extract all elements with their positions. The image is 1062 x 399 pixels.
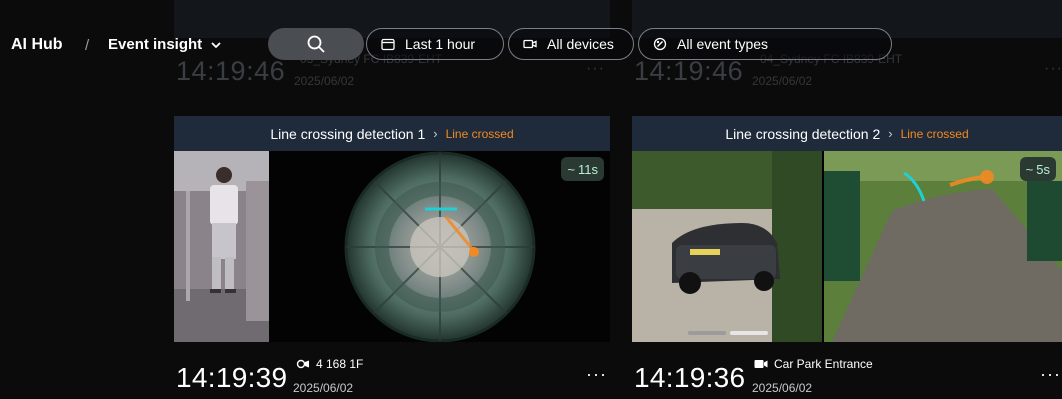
breadcrumb-separator: / — [85, 37, 90, 54]
trend-icon: ~ — [567, 161, 575, 177]
trend-icon: ~ — [1025, 161, 1034, 177]
app-brand: AI Hub — [11, 36, 63, 53]
carpark-snapshot — [632, 151, 1062, 342]
duration-value: 11s — [578, 161, 598, 177]
event-card[interactable]: Line crossing detection 1 › Line crossed — [174, 116, 610, 342]
fisheye-snapshot — [174, 151, 610, 342]
more-options-button[interactable]: ··· — [1040, 364, 1061, 385]
search-icon — [307, 35, 325, 53]
event-types-filter[interactable]: All event types — [638, 28, 892, 60]
event-thumbnail[interactable]: ~ 11s — [174, 151, 610, 342]
breadcrumb-dropdown[interactable]: Event insight — [108, 36, 222, 53]
event-date: 2025/06/02 — [293, 381, 354, 395]
event-thumbnail[interactable]: ~ 5s — [632, 151, 1062, 342]
event-types-label: All event types — [677, 36, 769, 52]
event-device-name: 4 168 1F — [316, 357, 364, 371]
time-range-filter[interactable]: Last 1 hour — [366, 28, 504, 60]
card-header: Line crossing detection 1 › Line crossed — [174, 116, 610, 151]
event-status: Line crossed — [445, 126, 514, 141]
event-device: Car Park Entrance — [754, 357, 873, 371]
video-camera-icon — [754, 360, 768, 368]
event-card[interactable]: Line crossing detection 2 › Line crossed — [632, 116, 1062, 342]
search-button[interactable] — [268, 28, 364, 60]
event-title: Line crossing detection 2 — [725, 125, 881, 142]
fisheye-camera-icon — [296, 359, 309, 369]
duration-value: 5s — [1036, 161, 1050, 177]
chevron-down-icon — [211, 41, 221, 48]
top-bar: AI Hub / Event insight Last 1 hour All d… — [0, 0, 1062, 90]
card-header: Line crossing detection 2 › Line crossed — [632, 116, 1062, 151]
event-time: 14:19:36 — [634, 362, 746, 393]
more-options-button[interactable]: ··· — [586, 364, 607, 385]
event-device: 4 168 1F — [296, 357, 363, 371]
event-status: Line crossed — [900, 126, 969, 141]
camera-icon — [523, 39, 537, 49]
devices-filter[interactable]: All devices — [508, 28, 634, 60]
event-title: Line crossing detection 1 — [270, 125, 426, 142]
breadcrumb-label: Event insight — [108, 36, 203, 53]
event-time: 14:19:39 — [176, 362, 288, 393]
event-date: 2025/06/02 — [752, 381, 813, 395]
event-type-icon — [653, 37, 667, 51]
duration-badge: ~ 5s — [1019, 157, 1056, 181]
calendar-icon — [381, 38, 395, 51]
chevron-right-icon: › — [888, 126, 893, 141]
chevron-right-icon: › — [433, 126, 438, 141]
event-device-name: Car Park Entrance — [774, 357, 873, 371]
devices-label: All devices — [547, 36, 614, 52]
time-range-label: Last 1 hour — [405, 36, 476, 52]
duration-badge: ~ 11s — [561, 157, 604, 181]
